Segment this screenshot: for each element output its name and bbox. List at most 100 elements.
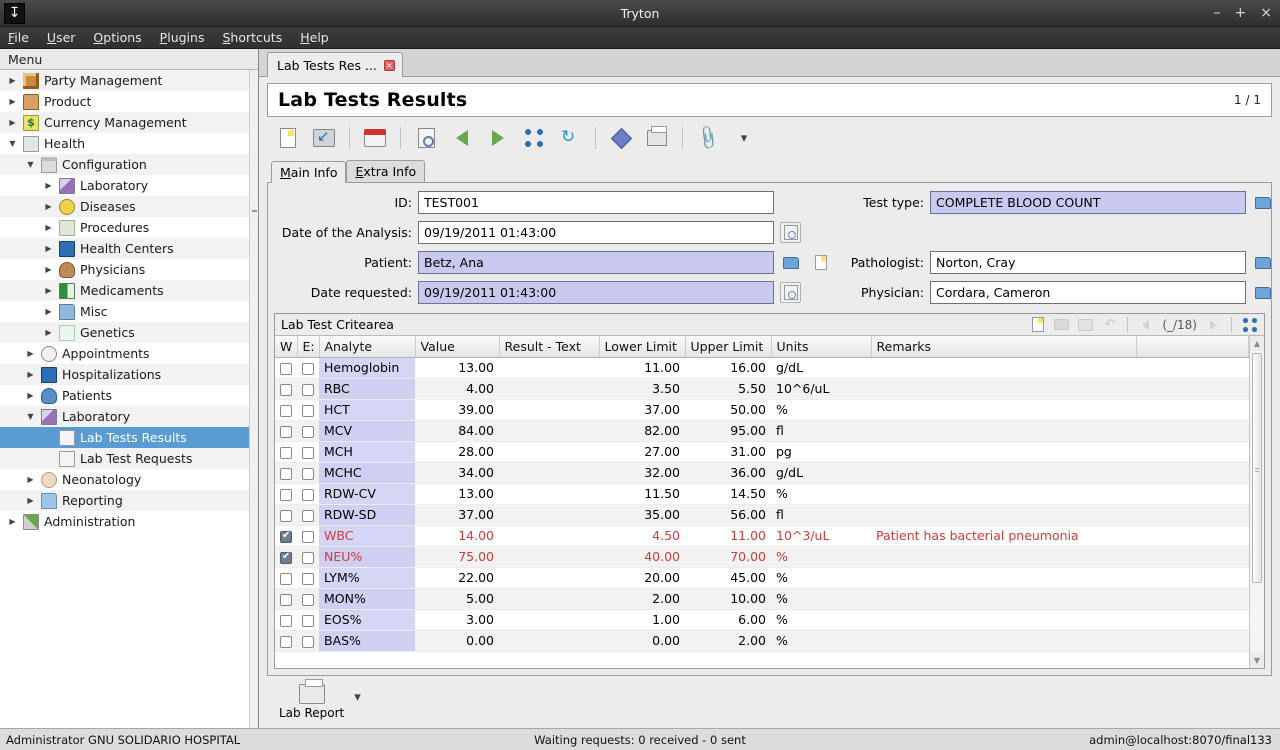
result-text-cell[interactable] xyxy=(499,462,599,483)
excluded-checkbox-cell[interactable] xyxy=(297,525,319,546)
lower-limit-cell[interactable]: 2.00 xyxy=(599,588,685,609)
lower-limit-cell[interactable]: 4.50 xyxy=(599,525,685,546)
twisty-collapsed-icon[interactable]: ▶ xyxy=(6,518,19,526)
excluded-checkbox-cell[interactable] xyxy=(297,441,319,462)
excluded-checkbox-cell[interactable] xyxy=(297,588,319,609)
column-header[interactable]: Result - Text xyxy=(499,336,599,357)
column-header[interactable]: Lower Limit xyxy=(599,336,685,357)
sidebar-item-patients[interactable]: ▶Patients xyxy=(0,385,258,406)
excluded-checkbox-cell[interactable] xyxy=(297,462,319,483)
units-cell[interactable]: fl xyxy=(771,504,871,525)
excluded-checkbox-cell[interactable] xyxy=(297,378,319,399)
sidebar-item-appointments[interactable]: ▶Appointments xyxy=(0,343,258,364)
checkbox-icon[interactable] xyxy=(280,573,292,585)
remarks-cell[interactable] xyxy=(871,462,1136,483)
units-cell[interactable]: 10^6/uL xyxy=(771,378,871,399)
twisty-collapsed-icon[interactable]: ▶ xyxy=(24,371,37,379)
warning-checkbox-cell[interactable] xyxy=(275,504,297,525)
twisty-collapsed-icon[interactable]: ▶ xyxy=(6,119,19,127)
result-text-cell[interactable] xyxy=(499,483,599,504)
excluded-checkbox-cell[interactable] xyxy=(297,399,319,420)
patient-open-button[interactable] xyxy=(780,252,801,273)
pathologist-field[interactable]: Norton, Cray xyxy=(930,251,1246,274)
lower-limit-cell[interactable]: 27.00 xyxy=(599,441,685,462)
lower-limit-cell[interactable]: 0.00 xyxy=(599,630,685,651)
table-row[interactable]: BAS%0.000.002.00% xyxy=(275,630,1249,651)
table-row[interactable]: MON%5.002.0010.00% xyxy=(275,588,1249,609)
checkbox-icon[interactable] xyxy=(302,594,314,606)
table-row[interactable]: EOS%3.001.006.00% xyxy=(275,609,1249,630)
checkbox-icon[interactable] xyxy=(280,426,292,438)
checkbox-icon[interactable] xyxy=(302,447,314,459)
excluded-checkbox-cell[interactable] xyxy=(297,504,319,525)
analyte-cell[interactable]: BAS% xyxy=(319,630,415,651)
value-cell[interactable]: 5.00 xyxy=(415,588,499,609)
previous-record-button[interactable] xyxy=(445,121,479,155)
minimize-button[interactable]: – xyxy=(1214,6,1221,20)
table-row[interactable]: RDW-CV13.0011.5014.50% xyxy=(275,483,1249,504)
action-button[interactable] xyxy=(604,121,638,155)
criteria-save-button[interactable] xyxy=(1075,316,1096,334)
checkbox-icon[interactable] xyxy=(302,510,314,522)
checkbox-icon[interactable] xyxy=(280,447,292,459)
sidebar-item-party-management[interactable]: ▶Party Management xyxy=(0,70,258,91)
sidebar-item-genetics[interactable]: ▶Genetics xyxy=(0,322,258,343)
sidebar-item-hospitalizations[interactable]: ▶Hospitalizations xyxy=(0,364,258,385)
remarks-cell[interactable] xyxy=(871,441,1136,462)
id-field[interactable]: TEST001 xyxy=(418,191,774,214)
analyte-cell[interactable]: RDW-SD xyxy=(319,504,415,525)
checkbox-icon[interactable] xyxy=(302,573,314,585)
remarks-cell[interactable] xyxy=(871,378,1136,399)
date-of-analysis-field[interactable]: 09/19/2011 01:43:00 xyxy=(418,221,774,244)
remarks-cell[interactable] xyxy=(871,609,1136,630)
scrollbar-thumb[interactable] xyxy=(1252,353,1262,583)
sidebar-item-laboratory[interactable]: ▼Laboratory xyxy=(0,406,258,427)
search-button[interactable] xyxy=(409,121,443,155)
criteria-next-button[interactable] xyxy=(1203,316,1224,334)
analyte-cell[interactable]: HCT xyxy=(319,399,415,420)
twisty-collapsed-icon[interactable]: ▶ xyxy=(24,392,37,400)
menu-tree[interactable]: ▶Party Management▶Product▶$Currency Mana… xyxy=(0,70,258,728)
units-cell[interactable]: % xyxy=(771,567,871,588)
upper-limit-cell[interactable]: 45.00 xyxy=(685,567,771,588)
checkbox-icon[interactable] xyxy=(302,531,314,543)
test-type-field[interactable]: COMPLETE BLOOD COUNT xyxy=(930,191,1246,214)
checkbox-icon[interactable] xyxy=(302,426,314,438)
twisty-collapsed-icon[interactable]: ▶ xyxy=(24,497,37,505)
value-cell[interactable]: 28.00 xyxy=(415,441,499,462)
table-row[interactable]: WBC14.004.5011.0010^3/uLPatient has bact… xyxy=(275,525,1249,546)
physician-field[interactable]: Cordara, Cameron xyxy=(930,281,1246,304)
analyte-cell[interactable]: LYM% xyxy=(319,567,415,588)
twisty-expanded-icon[interactable]: ▼ xyxy=(24,161,37,169)
upper-limit-cell[interactable]: 31.00 xyxy=(685,441,771,462)
warning-checkbox-cell[interactable] xyxy=(275,609,297,630)
result-text-cell[interactable] xyxy=(499,441,599,462)
excluded-checkbox-cell[interactable] xyxy=(297,420,319,441)
print-button[interactable] xyxy=(640,121,674,155)
scroll-up-icon[interactable]: ▲ xyxy=(1250,336,1264,351)
criteria-previous-button[interactable] xyxy=(1135,316,1156,334)
remarks-cell[interactable] xyxy=(871,420,1136,441)
test-type-open-button[interactable] xyxy=(1252,192,1273,213)
column-header[interactable]: Units xyxy=(771,336,871,357)
result-text-cell[interactable] xyxy=(499,588,599,609)
remarks-cell[interactable] xyxy=(871,483,1136,504)
remarks-cell[interactable] xyxy=(871,567,1136,588)
checkbox-icon[interactable] xyxy=(302,468,314,480)
units-cell[interactable]: % xyxy=(771,546,871,567)
value-cell[interactable]: 75.00 xyxy=(415,546,499,567)
sidebar-item-health[interactable]: ▼Health xyxy=(0,133,258,154)
value-cell[interactable]: 39.00 xyxy=(415,399,499,420)
result-text-cell[interactable] xyxy=(499,399,599,420)
twisty-collapsed-icon[interactable]: ▶ xyxy=(24,476,37,484)
result-text-cell[interactable] xyxy=(499,504,599,525)
twisty-collapsed-icon[interactable]: ▶ xyxy=(24,350,37,358)
units-cell[interactable]: 10^3/uL xyxy=(771,525,871,546)
units-cell[interactable]: pg xyxy=(771,441,871,462)
upper-limit-cell[interactable]: 16.00 xyxy=(685,357,771,378)
result-text-cell[interactable] xyxy=(499,420,599,441)
table-row[interactable]: MCHC34.0032.0036.00g/dL xyxy=(275,462,1249,483)
checkbox-icon[interactable] xyxy=(302,405,314,417)
remarks-cell[interactable] xyxy=(871,504,1136,525)
criteria-open-button[interactable] xyxy=(1051,316,1072,334)
